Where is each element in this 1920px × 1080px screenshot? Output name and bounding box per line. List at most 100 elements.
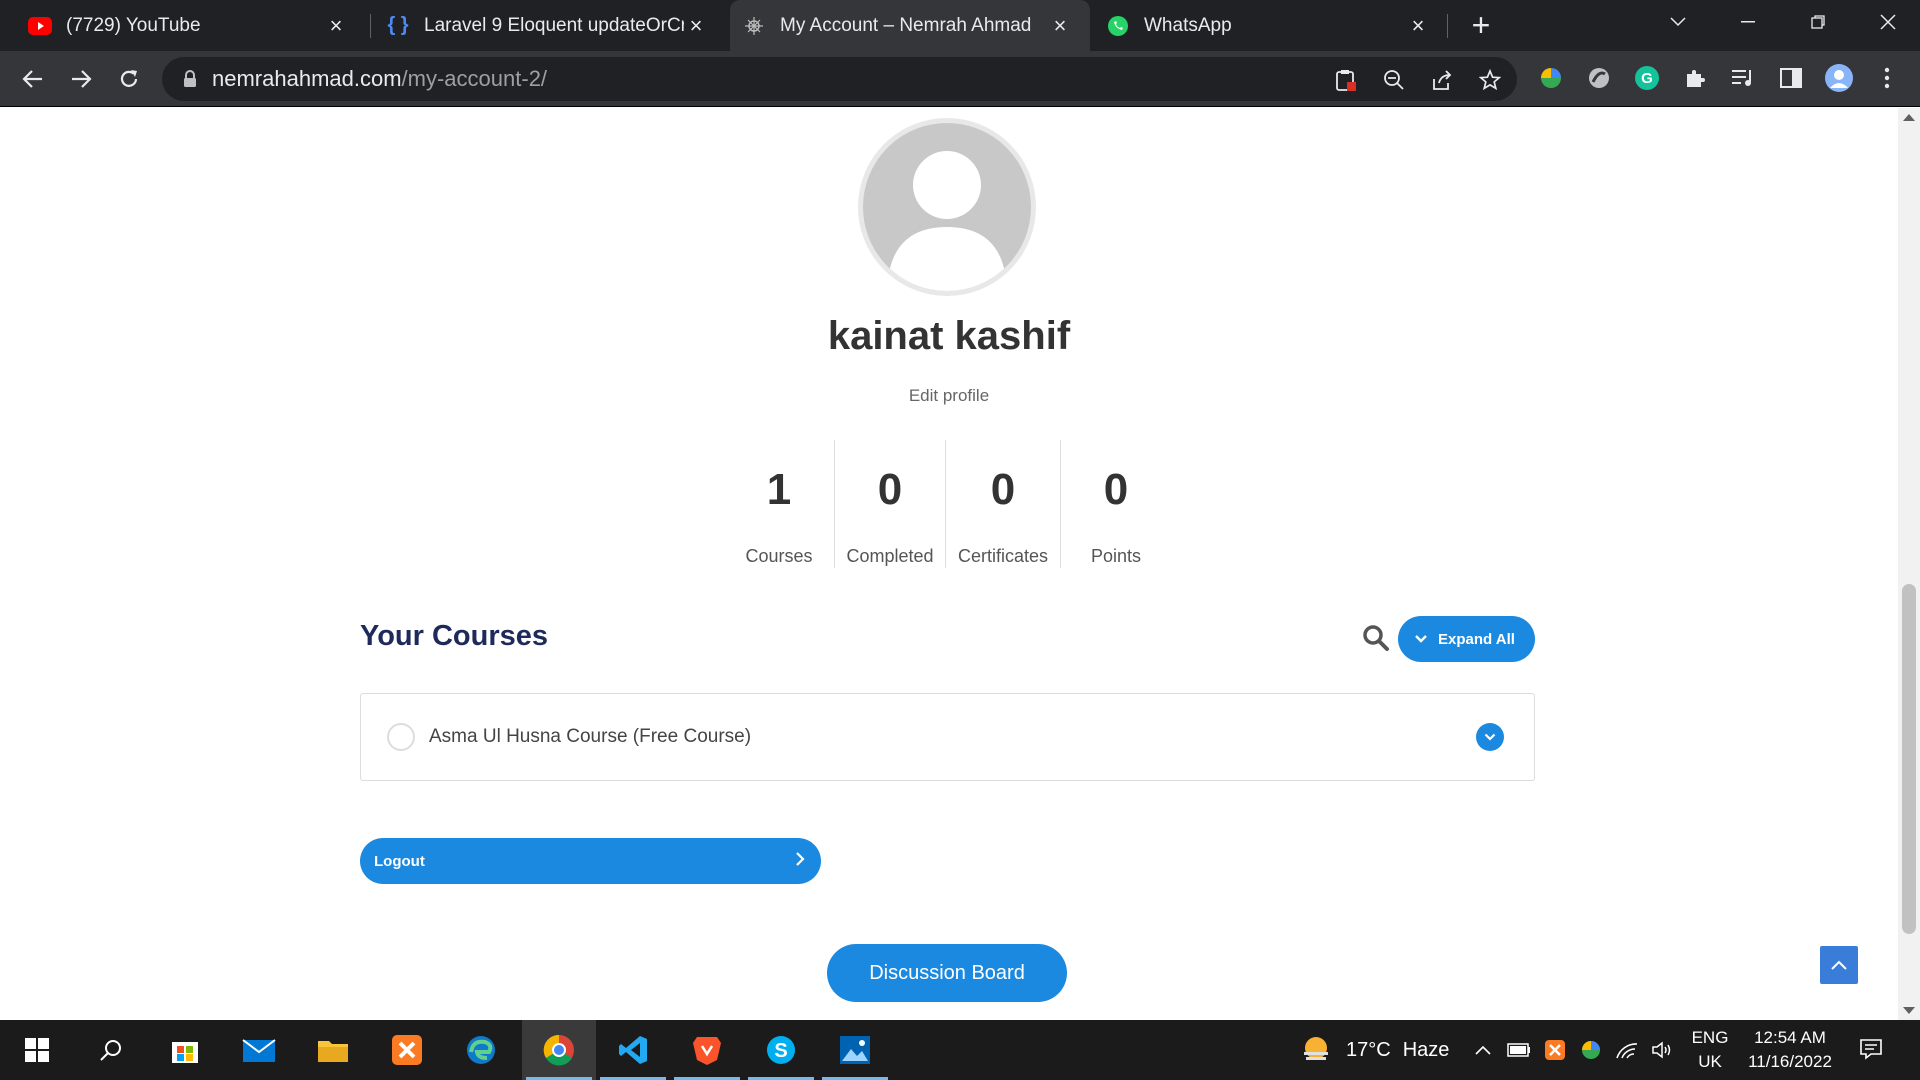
- tab-separator: [370, 14, 371, 38]
- search-icon[interactable]: [74, 1020, 148, 1080]
- lock-icon[interactable]: [180, 69, 200, 89]
- tab-whatsapp[interactable]: WhatsApp ×: [1094, 0, 1448, 51]
- language-code: ENG: [1691, 1028, 1729, 1047]
- windows-start-icon[interactable]: [0, 1020, 74, 1080]
- chevron-up-icon[interactable]: [1470, 1036, 1496, 1064]
- course-status-circle: [387, 723, 415, 751]
- close-icon[interactable]: ×: [1048, 13, 1072, 38]
- tab-search-icon[interactable]: [1646, 0, 1710, 44]
- chevron-down-icon[interactable]: [1476, 723, 1504, 751]
- close-icon[interactable]: ×: [684, 13, 708, 38]
- share-icon[interactable]: [1428, 66, 1456, 94]
- color-extension-tray-icon[interactable]: [1578, 1036, 1604, 1064]
- photos-icon[interactable]: [818, 1020, 892, 1080]
- browser-menu-icon[interactable]: [1872, 63, 1902, 93]
- media-queue-icon[interactable]: [1728, 63, 1758, 93]
- windows-taskbar: S 17°C Haze ENG UK 12:54 AM 11/16/2022: [0, 1020, 1920, 1080]
- logout-button[interactable]: Logout: [360, 838, 821, 884]
- notification-center-icon[interactable]: [1856, 1034, 1886, 1064]
- tab-laravel[interactable]: { } Laravel 9 Eloquent updateOrCreate ×: [374, 0, 726, 51]
- browser-tab-strip: (7729) YouTube × { } Laravel 9 Eloquent …: [0, 0, 1920, 51]
- site-logo-icon: [742, 14, 766, 38]
- xampp-icon[interactable]: [370, 1020, 444, 1080]
- mail-icon[interactable]: [222, 1020, 296, 1080]
- stat-courses: 1 Courses: [724, 440, 834, 568]
- forward-icon[interactable]: [62, 60, 100, 98]
- tab-title: (7729) YouTube: [66, 14, 201, 36]
- file-explorer-icon[interactable]: [296, 1020, 370, 1080]
- zoom-icon[interactable]: [1380, 66, 1408, 94]
- browser-toolbar: nemrahahmad.com/my-account-2/ G: [0, 51, 1920, 107]
- svg-text:S: S: [774, 1040, 787, 1062]
- edge-icon[interactable]: [444, 1020, 518, 1080]
- microsoft-store-icon[interactable]: [148, 1020, 222, 1080]
- course-item[interactable]: Asma Ul Husna Course (Free Course): [360, 693, 1535, 781]
- weather-widget[interactable]: 17°C Haze: [1300, 1020, 1449, 1080]
- back-icon[interactable]: [14, 60, 52, 98]
- language-region: UK: [1698, 1052, 1722, 1071]
- stat-value: 0: [1103, 465, 1129, 514]
- xampp-tray-icon[interactable]: [1542, 1036, 1568, 1064]
- scroll-thumb[interactable]: [1902, 584, 1916, 934]
- expand-all-label: Expand All: [1438, 630, 1515, 648]
- brave-icon[interactable]: [670, 1020, 744, 1080]
- input-language[interactable]: ENG UK: [1690, 1026, 1730, 1074]
- system-clock[interactable]: 12:54 AM 11/16/2022: [1740, 1026, 1840, 1074]
- battery-icon[interactable]: [1506, 1036, 1532, 1064]
- reload-icon[interactable]: [110, 60, 148, 98]
- bookmark-star-icon[interactable]: [1476, 66, 1504, 94]
- scroll-down-arrow[interactable]: [1903, 1007, 1915, 1014]
- extension-swirl-icon[interactable]: [1584, 63, 1614, 93]
- tab-my-account[interactable]: My Account – Nemrah Ahmad ×: [730, 0, 1090, 51]
- user-stats: 1 Courses 0 Completed 0 Certificates 0 P…: [724, 440, 1171, 568]
- stat-value: 0: [877, 465, 903, 514]
- course-title[interactable]: Asma Ul Husna Course (Free Course): [429, 726, 1476, 748]
- youtube-icon: [28, 14, 52, 38]
- logout-label: Logout: [374, 852, 425, 870]
- extension-color-icon[interactable]: [1536, 63, 1566, 93]
- profile-avatar-icon[interactable]: [1824, 63, 1854, 93]
- tab-title: WhatsApp: [1144, 14, 1232, 36]
- stat-label: Completed: [846, 546, 934, 566]
- search-icon[interactable]: [1362, 624, 1390, 652]
- expand-all-button[interactable]: Expand All: [1398, 616, 1535, 662]
- url-path: /my-account-2/: [401, 66, 548, 91]
- skype-icon[interactable]: S: [744, 1020, 818, 1080]
- tab-title: My Account – Nemrah Ahmad: [780, 14, 1032, 36]
- stat-label: Courses: [745, 546, 813, 566]
- vscode-icon[interactable]: [596, 1020, 670, 1080]
- address-bar[interactable]: nemrahahmad.com/my-account-2/: [162, 57, 1517, 101]
- clipboard-icon[interactable]: [1332, 66, 1360, 94]
- close-window-icon[interactable]: [1856, 0, 1920, 44]
- close-icon[interactable]: ×: [1406, 13, 1430, 38]
- url-host: nemrahahmad.com: [212, 66, 402, 91]
- new-tab-button[interactable]: +: [1466, 9, 1496, 41]
- close-icon[interactable]: ×: [324, 13, 348, 38]
- stat-label: Points: [1090, 546, 1142, 566]
- wifi-icon[interactable]: [1614, 1036, 1640, 1064]
- stat-certificates: 0 Certificates: [946, 440, 1060, 568]
- stat-label: Certificates: [957, 546, 1049, 566]
- back-to-top-button[interactable]: [1820, 946, 1858, 984]
- weather-temperature: 17°C: [1346, 1038, 1391, 1061]
- edit-profile-link[interactable]: Edit profile: [0, 386, 1898, 406]
- svg-text:G: G: [1641, 70, 1653, 87]
- minimize-icon[interactable]: [1716, 0, 1780, 44]
- restore-icon[interactable]: [1786, 0, 1850, 44]
- weather-condition: Haze: [1402, 1038, 1450, 1061]
- url-text: nemrahahmad.com/my-account-2/: [212, 66, 547, 92]
- clock-time: 12:54 AM: [1754, 1028, 1826, 1047]
- curly-braces-icon: { }: [387, 14, 409, 36]
- scroll-up-arrow[interactable]: [1903, 114, 1915, 121]
- chevron-up-icon: [1831, 960, 1847, 970]
- grammarly-icon[interactable]: G: [1632, 63, 1662, 93]
- side-panel-icon[interactable]: [1776, 63, 1806, 93]
- volume-icon[interactable]: [1650, 1036, 1676, 1064]
- chevron-right-icon: [795, 851, 805, 871]
- extensions-puzzle-icon[interactable]: [1680, 63, 1710, 93]
- chrome-taskbar-icon[interactable]: [522, 1020, 596, 1080]
- courses-heading: Your Courses: [360, 620, 549, 652]
- tab-youtube[interactable]: (7729) YouTube ×: [16, 0, 366, 51]
- discussion-board-button[interactable]: Discussion Board: [827, 944, 1067, 1002]
- page-scrollbar[interactable]: [1898, 108, 1920, 1020]
